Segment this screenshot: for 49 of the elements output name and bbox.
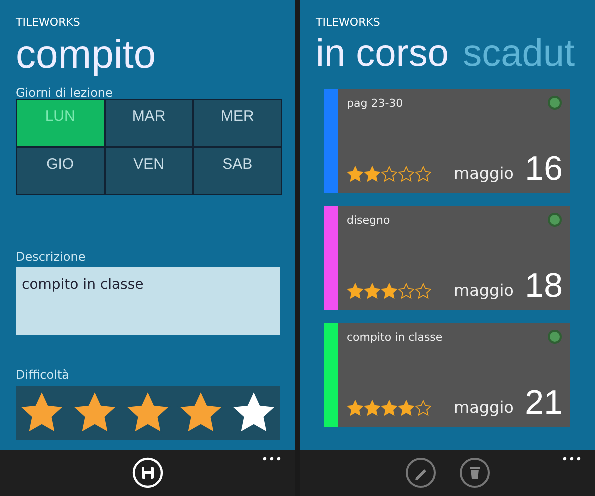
day-toggle[interactable]: VEN [106, 148, 192, 194]
star-icon [364, 166, 381, 183]
star-icon [398, 400, 415, 417]
task-title: disegno [347, 214, 390, 227]
due-month: maggio [454, 164, 514, 183]
task-card[interactable]: pag 23-30 maggio 16 [324, 89, 570, 193]
day-toggle[interactable]: SAB [194, 148, 281, 194]
star-icon [347, 400, 364, 417]
star-icon [381, 166, 398, 183]
pivot-header[interactable]: in corso [316, 31, 450, 77]
more-icon[interactable] [263, 457, 281, 461]
more-icon[interactable] [563, 457, 581, 461]
task-title: pag 23-30 [347, 97, 404, 110]
day-toggle[interactable]: GIO [17, 148, 104, 194]
difficulty-rating[interactable] [16, 386, 280, 440]
due-day: 16 [525, 151, 563, 187]
day-toggle[interactable]: MAR [106, 100, 192, 146]
due-day: 21 [525, 385, 563, 421]
description-field[interactable]: compito in classe [16, 267, 280, 335]
status-dot-icon [547, 95, 563, 111]
star-icon [381, 400, 398, 417]
save-icon[interactable] [132, 457, 164, 489]
app-name: TILEWORKS [316, 16, 382, 29]
field-label: Giorni di lezione [16, 87, 114, 97]
star-icon [398, 166, 415, 183]
star-icon [364, 283, 381, 300]
star-icon [347, 166, 364, 183]
due-month: maggio [454, 281, 514, 300]
due-month: maggio [454, 398, 514, 417]
task-card[interactable]: disegno maggio 18 [324, 206, 570, 310]
star-icon [415, 283, 432, 300]
trash-icon[interactable] [458, 457, 490, 489]
page-title: compito [16, 33, 158, 77]
field-label: Difficoltà [16, 368, 71, 382]
day-toggle[interactable]: MER [194, 100, 281, 146]
star-icon [398, 283, 415, 300]
star-icon [364, 400, 381, 417]
status-dot-icon [547, 212, 563, 228]
pencil-icon[interactable] [404, 457, 436, 489]
due-day: 18 [525, 268, 563, 304]
field-label: Descrizione [16, 250, 87, 264]
task-title: compito in classe [347, 331, 443, 344]
star-icon [415, 166, 432, 183]
status-dot-icon [547, 329, 563, 345]
star-icon [381, 283, 398, 300]
task-card[interactable]: compito in classe maggio 21 [324, 323, 570, 427]
star-icon [415, 400, 432, 417]
app-name: TILEWORKS [16, 16, 82, 29]
star-icon [347, 283, 364, 300]
